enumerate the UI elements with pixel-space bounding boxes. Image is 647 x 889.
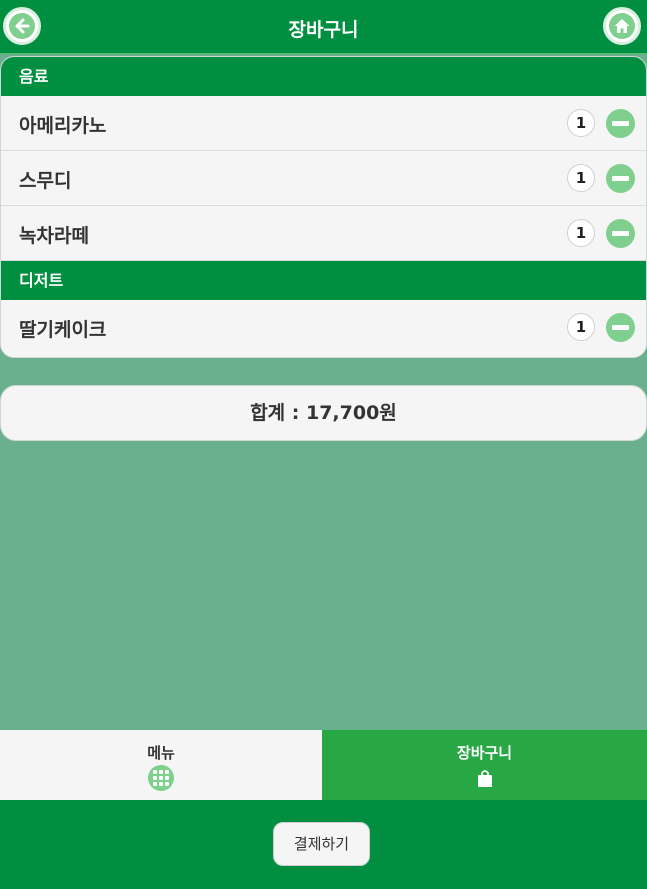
total-summary: 합계 : 17,700원 [0, 385, 647, 441]
quantity-badge: 1 [567, 219, 595, 247]
checkout-button[interactable]: 결제하기 [273, 822, 370, 866]
cart-item: 아메리카노 1 [1, 96, 646, 151]
tab-bar: 메뉴 장바구니 [0, 730, 647, 800]
cart-item: 녹차라떼 1 [1, 206, 646, 261]
remove-item-button[interactable] [606, 164, 635, 193]
quantity-badge: 1 [567, 109, 595, 137]
app-header: 장바구니 [0, 0, 647, 54]
cart-item: 스무디 1 [1, 151, 646, 206]
quantity-badge: 1 [567, 164, 595, 192]
tab-menu-label: 메뉴 [147, 744, 175, 762]
cart-list: 음료 아메리카노 1 스무디 1 녹차라떼 1 디저트 딸기케이크 1 [0, 56, 647, 358]
tab-cart[interactable]: 장바구니 [322, 730, 647, 800]
home-button[interactable] [603, 7, 641, 45]
footer: 결제하기 [0, 800, 647, 889]
item-name: 아메리카노 [19, 115, 107, 137]
item-name: 딸기케이크 [19, 319, 107, 341]
minus-icon [612, 325, 629, 330]
remove-item-button[interactable] [606, 219, 635, 248]
category-header: 디저트 [1, 261, 646, 300]
home-icon [609, 13, 635, 39]
minus-icon [612, 231, 629, 236]
item-name: 스무디 [19, 170, 72, 192]
page-title: 장바구니 [288, 19, 359, 41]
tab-menu[interactable]: 메뉴 [0, 730, 322, 800]
remove-item-button[interactable] [606, 313, 635, 342]
cart-item: 딸기케이크 1 [1, 300, 646, 356]
minus-icon [612, 176, 629, 181]
tab-cart-label: 장바구니 [456, 744, 513, 762]
minus-icon [612, 121, 629, 126]
shopping-bag-icon [477, 770, 492, 787]
grid-icon [148, 765, 174, 791]
item-name: 녹차라떼 [19, 225, 89, 247]
remove-item-button[interactable] [606, 109, 635, 138]
category-header: 음료 [1, 57, 646, 96]
quantity-badge: 1 [567, 313, 595, 341]
